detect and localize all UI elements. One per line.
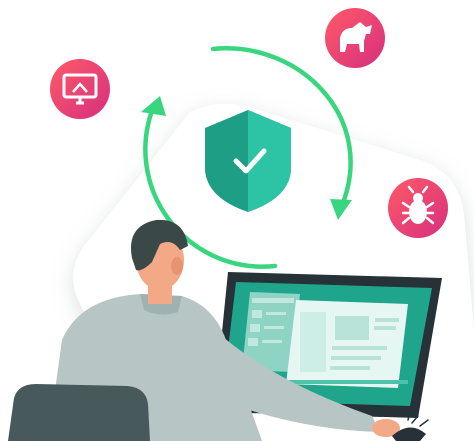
arrowhead-left-icon <box>141 96 166 116</box>
compromised-monitor-icon <box>50 59 110 119</box>
security-illustration <box>8 8 474 441</box>
bug-icon <box>388 178 448 238</box>
trojan-horse-icon <box>325 8 385 68</box>
office-chair <box>8 384 150 441</box>
